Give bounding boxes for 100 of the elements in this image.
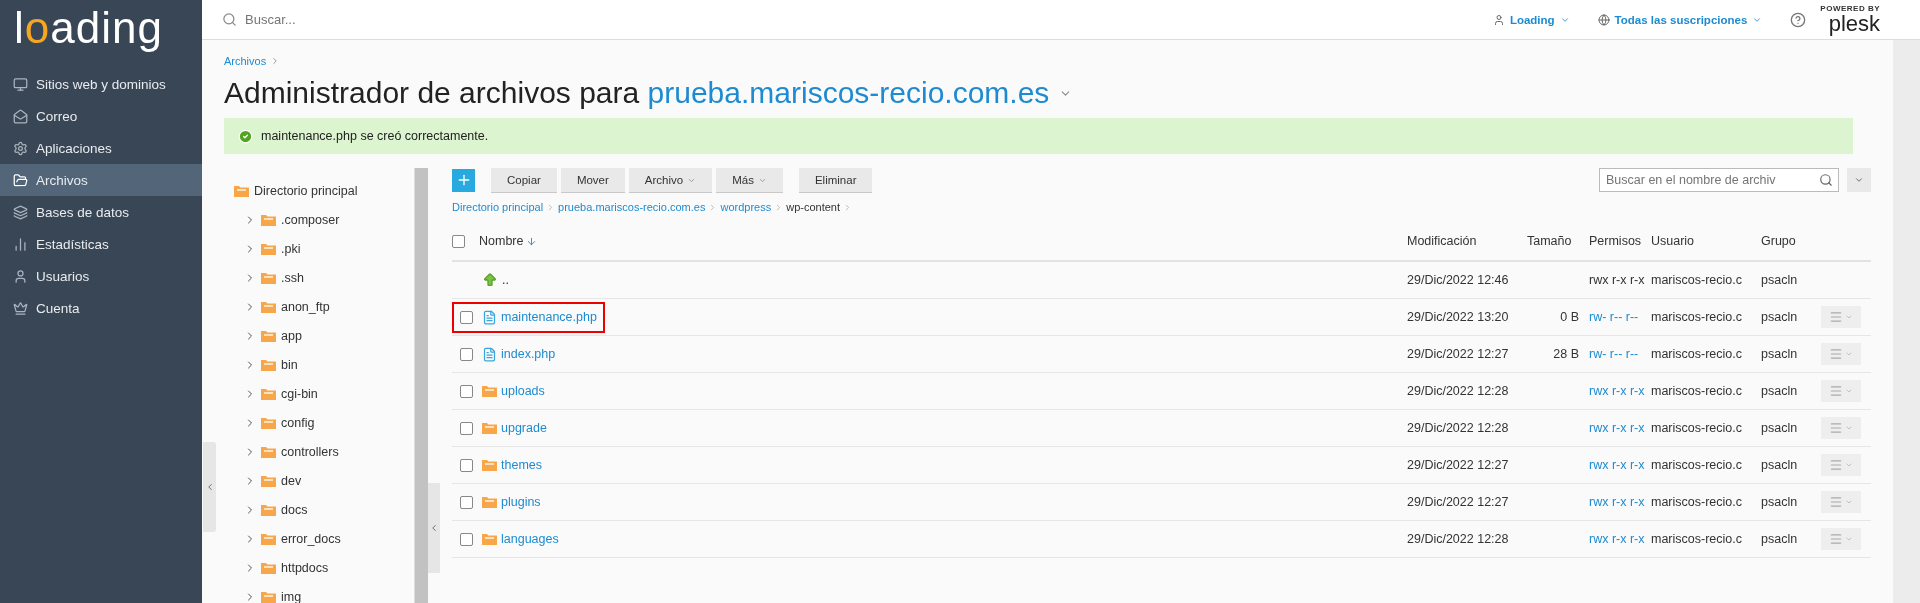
tree-item[interactable]: cgi-bin (234, 379, 414, 408)
sidebar-item[interactable]: Estadísticas (0, 228, 202, 260)
scrollbar[interactable] (414, 168, 428, 603)
add-button[interactable] (452, 168, 475, 192)
tree-item[interactable]: anon_ftp (234, 292, 414, 321)
tree-item[interactable]: .composer (234, 205, 414, 234)
file-name-link[interactable]: themes (482, 458, 542, 472)
file-name-link[interactable]: languages (482, 532, 559, 546)
column-header[interactable]: Nombre (479, 234, 1407, 248)
row-menu-button[interactable] (1821, 306, 1861, 328)
sidebar-item[interactable]: Usuarios (0, 260, 202, 292)
breadcrumb-link[interactable]: Archivos (224, 55, 267, 67)
column-header[interactable]: Modificación (1407, 234, 1527, 248)
row-checkbox[interactable] (460, 384, 473, 398)
file-name-link[interactable]: index.php (482, 346, 556, 362)
folder-icon (261, 532, 276, 545)
caret-icon (1845, 535, 1853, 543)
permissions-link[interactable]: rwx r-x r-x (1589, 458, 1651, 472)
row-menu-button[interactable] (1821, 380, 1861, 402)
sidebar-item[interactable]: Bases de datos (0, 196, 202, 228)
file-name-link[interactable]: .. (482, 272, 509, 288)
subscriptions-menu[interactable]: Todas las suscripciones (1597, 13, 1763, 26)
tree-item[interactable]: controllers (234, 437, 414, 466)
collapse-handle[interactable] (203, 442, 216, 532)
caret-icon (1845, 498, 1853, 506)
column-header[interactable]: Usuario (1651, 234, 1761, 248)
permissions-link[interactable]: rw- r-- r-- (1589, 310, 1651, 324)
file-name-link[interactable]: uploads (482, 384, 545, 398)
help-icon[interactable] (1790, 11, 1807, 28)
row-menu-button[interactable] (1821, 528, 1861, 550)
column-header[interactable]: Tamaño (1527, 234, 1589, 248)
search-field[interactable]: Buscar... (243, 11, 543, 28)
row-menu-button[interactable] (1821, 343, 1861, 365)
select-all-checkbox[interactable] (452, 234, 465, 248)
path-link[interactable]: prueba.mariscos-recio.com.es (558, 201, 706, 213)
tree-item[interactable]: httpdocs (234, 553, 414, 582)
sidebar-item[interactable]: Cuenta (0, 292, 202, 324)
table-cell-text: mariscos-recio.c (1651, 532, 1743, 546)
row-checkbox[interactable] (460, 421, 473, 435)
folder-icon (13, 172, 28, 188)
toolbar-dropdown[interactable]: Archivo (628, 168, 713, 192)
folder-icon (482, 385, 497, 397)
row-menu-button[interactable] (1821, 491, 1861, 513)
gear-icon (13, 140, 28, 156)
sidebar-item[interactable]: Correo (0, 100, 202, 132)
permissions-link[interactable]: rwx r-x r-x (1589, 421, 1651, 435)
folder-icon (482, 533, 497, 545)
search-options-button[interactable] (1847, 168, 1871, 192)
row-checkbox[interactable] (460, 532, 473, 546)
table-cell-text: mariscos-recio.c (1651, 310, 1743, 324)
permissions-link[interactable]: rwx r-x r-x (1589, 532, 1651, 546)
tree-item[interactable]: dev (234, 466, 414, 495)
toolbar-button[interactable]: Mover (560, 168, 625, 192)
permissions-link[interactable]: rwx r-x r-x (1589, 384, 1651, 398)
scrollbar[interactable] (1893, 40, 1920, 603)
toolbar-button[interactable]: Copiar (491, 168, 557, 192)
toolbar-dropdown[interactable]: Más (716, 168, 783, 192)
column-header[interactable]: Permisos (1589, 234, 1651, 248)
row-checkbox[interactable] (460, 347, 473, 361)
path-link[interactable]: wp-content (786, 201, 840, 213)
row-menu-button[interactable] (1821, 417, 1861, 439)
collapse-handle[interactable] (428, 483, 440, 573)
tree-item[interactable]: app (234, 321, 414, 350)
tree-item[interactable]: .ssh (234, 263, 414, 292)
table-cell-text: 29/Dic/2022 13:20 (1407, 310, 1510, 324)
row-menu-button[interactable] (1821, 454, 1861, 476)
row-checkbox[interactable] (460, 495, 473, 509)
sidebar-item[interactable]: Sitios web y dominios (0, 68, 202, 100)
path-link[interactable]: wordpress (720, 201, 772, 213)
folder-icon (234, 184, 249, 197)
tree-item[interactable]: Directorio principal (234, 176, 414, 205)
search-icon (1819, 173, 1833, 187)
tree-item[interactable]: docs (234, 495, 414, 524)
toolbar-button[interactable]: Eliminar (798, 168, 873, 192)
domain-link[interactable]: prueba.mariscos-recio.com.es (647, 76, 1050, 109)
file-search-field[interactable]: Buscar en el nombre de archiv (1599, 168, 1839, 192)
table-cell-text: psacln (1761, 495, 1799, 509)
permissions-link[interactable]: rw- r-- r-- (1589, 347, 1651, 361)
file-name-link[interactable]: upgrade (482, 421, 547, 435)
tree-item[interactable]: config (234, 408, 414, 437)
permissions-link[interactable]: rwx r-x r-x (1589, 495, 1651, 509)
tree-item[interactable]: img (234, 582, 414, 603)
tree-item[interactable]: error_docs (234, 524, 414, 553)
user-menu[interactable]: Loading (1492, 13, 1570, 26)
bar-chart-icon (13, 236, 28, 252)
user-icon (13, 268, 28, 284)
table-cell-text: 29/Dic/2022 12:27 (1407, 347, 1510, 361)
tree-item[interactable]: bin (234, 350, 414, 379)
column-header[interactable]: Grupo (1761, 234, 1821, 248)
file-name-link[interactable]: plugins (482, 495, 541, 509)
file-icon (482, 309, 497, 325)
path-link[interactable]: Directorio principal (452, 201, 544, 213)
sidebar-item[interactable]: Archivos (0, 164, 202, 196)
sidebar-item[interactable]: Aplicaciones (0, 132, 202, 164)
table-cell-text: psacln (1761, 273, 1799, 287)
row-checkbox[interactable] (460, 310, 473, 324)
folder-icon (261, 503, 276, 516)
row-checkbox[interactable] (460, 458, 473, 472)
menu-icon (1829, 458, 1843, 472)
tree-item[interactable]: .pki (234, 234, 414, 263)
